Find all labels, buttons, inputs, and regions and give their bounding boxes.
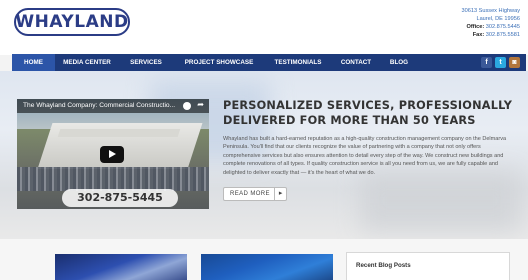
video-title[interactable]: The Whayland Company: Commercial Constru…	[17, 99, 209, 113]
share-icon[interactable]: ➦	[197, 100, 204, 109]
office-phone[interactable]: 302.875.5445	[486, 24, 520, 30]
video-phone-badge: 302-875-5445	[62, 189, 178, 207]
recent-blog-posts-panel: Recent Blog Posts	[346, 252, 510, 280]
main-nav: HOME MEDIA CENTER SERVICES PROJECT SHOWC…	[12, 54, 526, 71]
instagram-icon[interactable]: ◙	[509, 57, 520, 68]
office-label: Office:	[466, 24, 485, 30]
hero-headline: PERSONALIZED SERVICES, PROFESSIONALLY DE…	[223, 99, 513, 127]
nav-item-project-showcase[interactable]: PROJECT SHOWCASE	[172, 54, 266, 71]
twitter-icon[interactable]: t	[495, 57, 506, 68]
video-frame-roof	[57, 129, 181, 137]
play-button[interactable]	[100, 146, 124, 163]
nav-item-contact[interactable]: CONTACT	[334, 54, 378, 71]
fax-phone: 302.875.5581	[485, 32, 520, 38]
read-more-label: READ MORE	[230, 191, 270, 197]
project-thumbnail[interactable]	[55, 254, 187, 280]
hero-background-shape	[360, 171, 520, 231]
address-line-2: Laurel, DE 19956	[476, 16, 520, 22]
nav-item-media-center[interactable]: MEDIA CENTER	[55, 54, 119, 71]
fax-label: Fax:	[472, 32, 485, 38]
watch-later-icon[interactable]	[183, 102, 191, 110]
arrow-right-icon: ▸	[274, 188, 286, 200]
nav-item-services[interactable]: SERVICES	[122, 54, 170, 71]
nav-item-blog[interactable]: BLOG	[384, 54, 414, 71]
nav-item-testimonials[interactable]: TESTIMONIALS	[268, 54, 328, 71]
logo-text: WHAYLAND	[15, 12, 129, 32]
office-phone-line: Office: 302.875.5445	[462, 23, 521, 31]
site-header: WHAYLAND 30613 Sussex Highway Laurel, DE…	[0, 0, 528, 55]
address-line-1: 30613 Sussex Highway	[461, 8, 520, 14]
recent-blog-posts-title: Recent Blog Posts	[356, 262, 411, 269]
contact-info: 30613 Sussex Highway Laurel, DE 19956 Of…	[462, 7, 520, 39]
read-more-button[interactable]: READ MORE ▸	[223, 187, 287, 201]
whayland-logo[interactable]: WHAYLAND	[14, 8, 130, 36]
facebook-icon[interactable]: f	[481, 57, 492, 68]
video-frame-parking-lot	[17, 167, 209, 191]
hero-body-text: Whayland has built a hard-earned reputat…	[223, 136, 507, 176]
fax-line: Fax: 302.875.5581	[462, 31, 520, 39]
project-thumbnail[interactable]	[201, 254, 333, 280]
nav-item-home[interactable]: HOME	[12, 54, 55, 71]
